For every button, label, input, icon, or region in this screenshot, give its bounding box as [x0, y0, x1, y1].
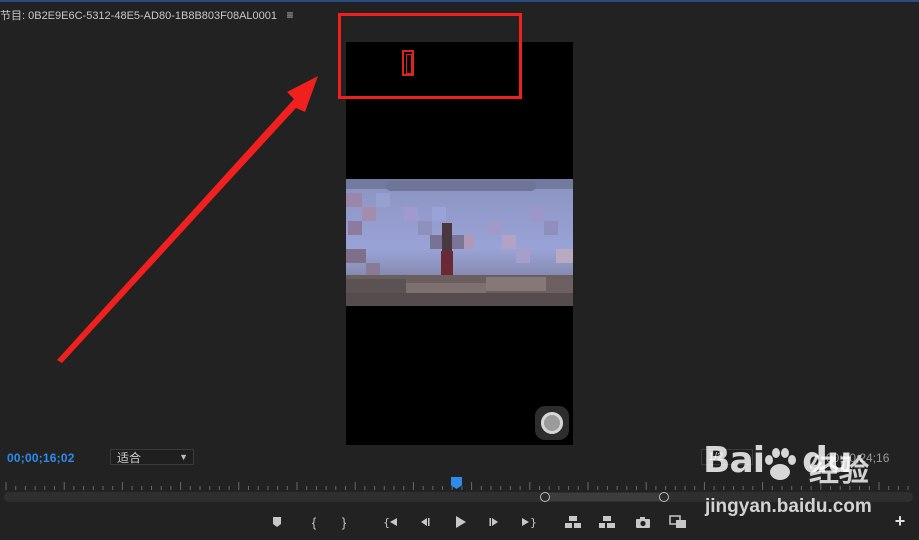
baidu-jingyan-watermark: Bai du 经验 jingyan.baidu.com: [703, 440, 915, 520]
extract-icon[interactable]: [597, 512, 617, 532]
add-marker-icon[interactable]: [267, 512, 287, 532]
mark-in-icon[interactable]: {: [304, 512, 324, 532]
mark-out-icon[interactable]: }: [334, 512, 354, 532]
comparison-view-icon[interactable]: [668, 512, 688, 532]
zoom-scrollbar-left-handle[interactable]: [540, 492, 550, 502]
play-icon[interactable]: [450, 512, 470, 532]
watermark-chinese-text: 经验: [809, 455, 869, 488]
chevron-down-icon: ▼: [179, 452, 188, 462]
watermark-url-text: jingyan.baidu.com: [705, 496, 872, 517]
step-forward-icon[interactable]: [485, 512, 505, 532]
svg-text:}: }: [530, 516, 537, 528]
svg-text:{: {: [383, 516, 390, 528]
step-back-icon[interactable]: [414, 512, 434, 532]
export-frame-icon[interactable]: [633, 512, 653, 532]
current-timecode[interactable]: 00;00;16;02: [7, 451, 75, 465]
baidu-paw-icon: [765, 448, 796, 480]
fit-zoom-select[interactable]: 适合 ▼: [110, 449, 194, 465]
lift-icon[interactable]: [563, 512, 583, 532]
go-to-in-icon[interactable]: {: [381, 512, 401, 532]
fit-zoom-value: 适合: [117, 450, 142, 465]
zoom-scrollbar-range[interactable]: [543, 493, 665, 501]
go-to-out-icon[interactable]: }: [519, 512, 539, 532]
zoom-scrollbar-right-handle[interactable]: [659, 492, 669, 502]
